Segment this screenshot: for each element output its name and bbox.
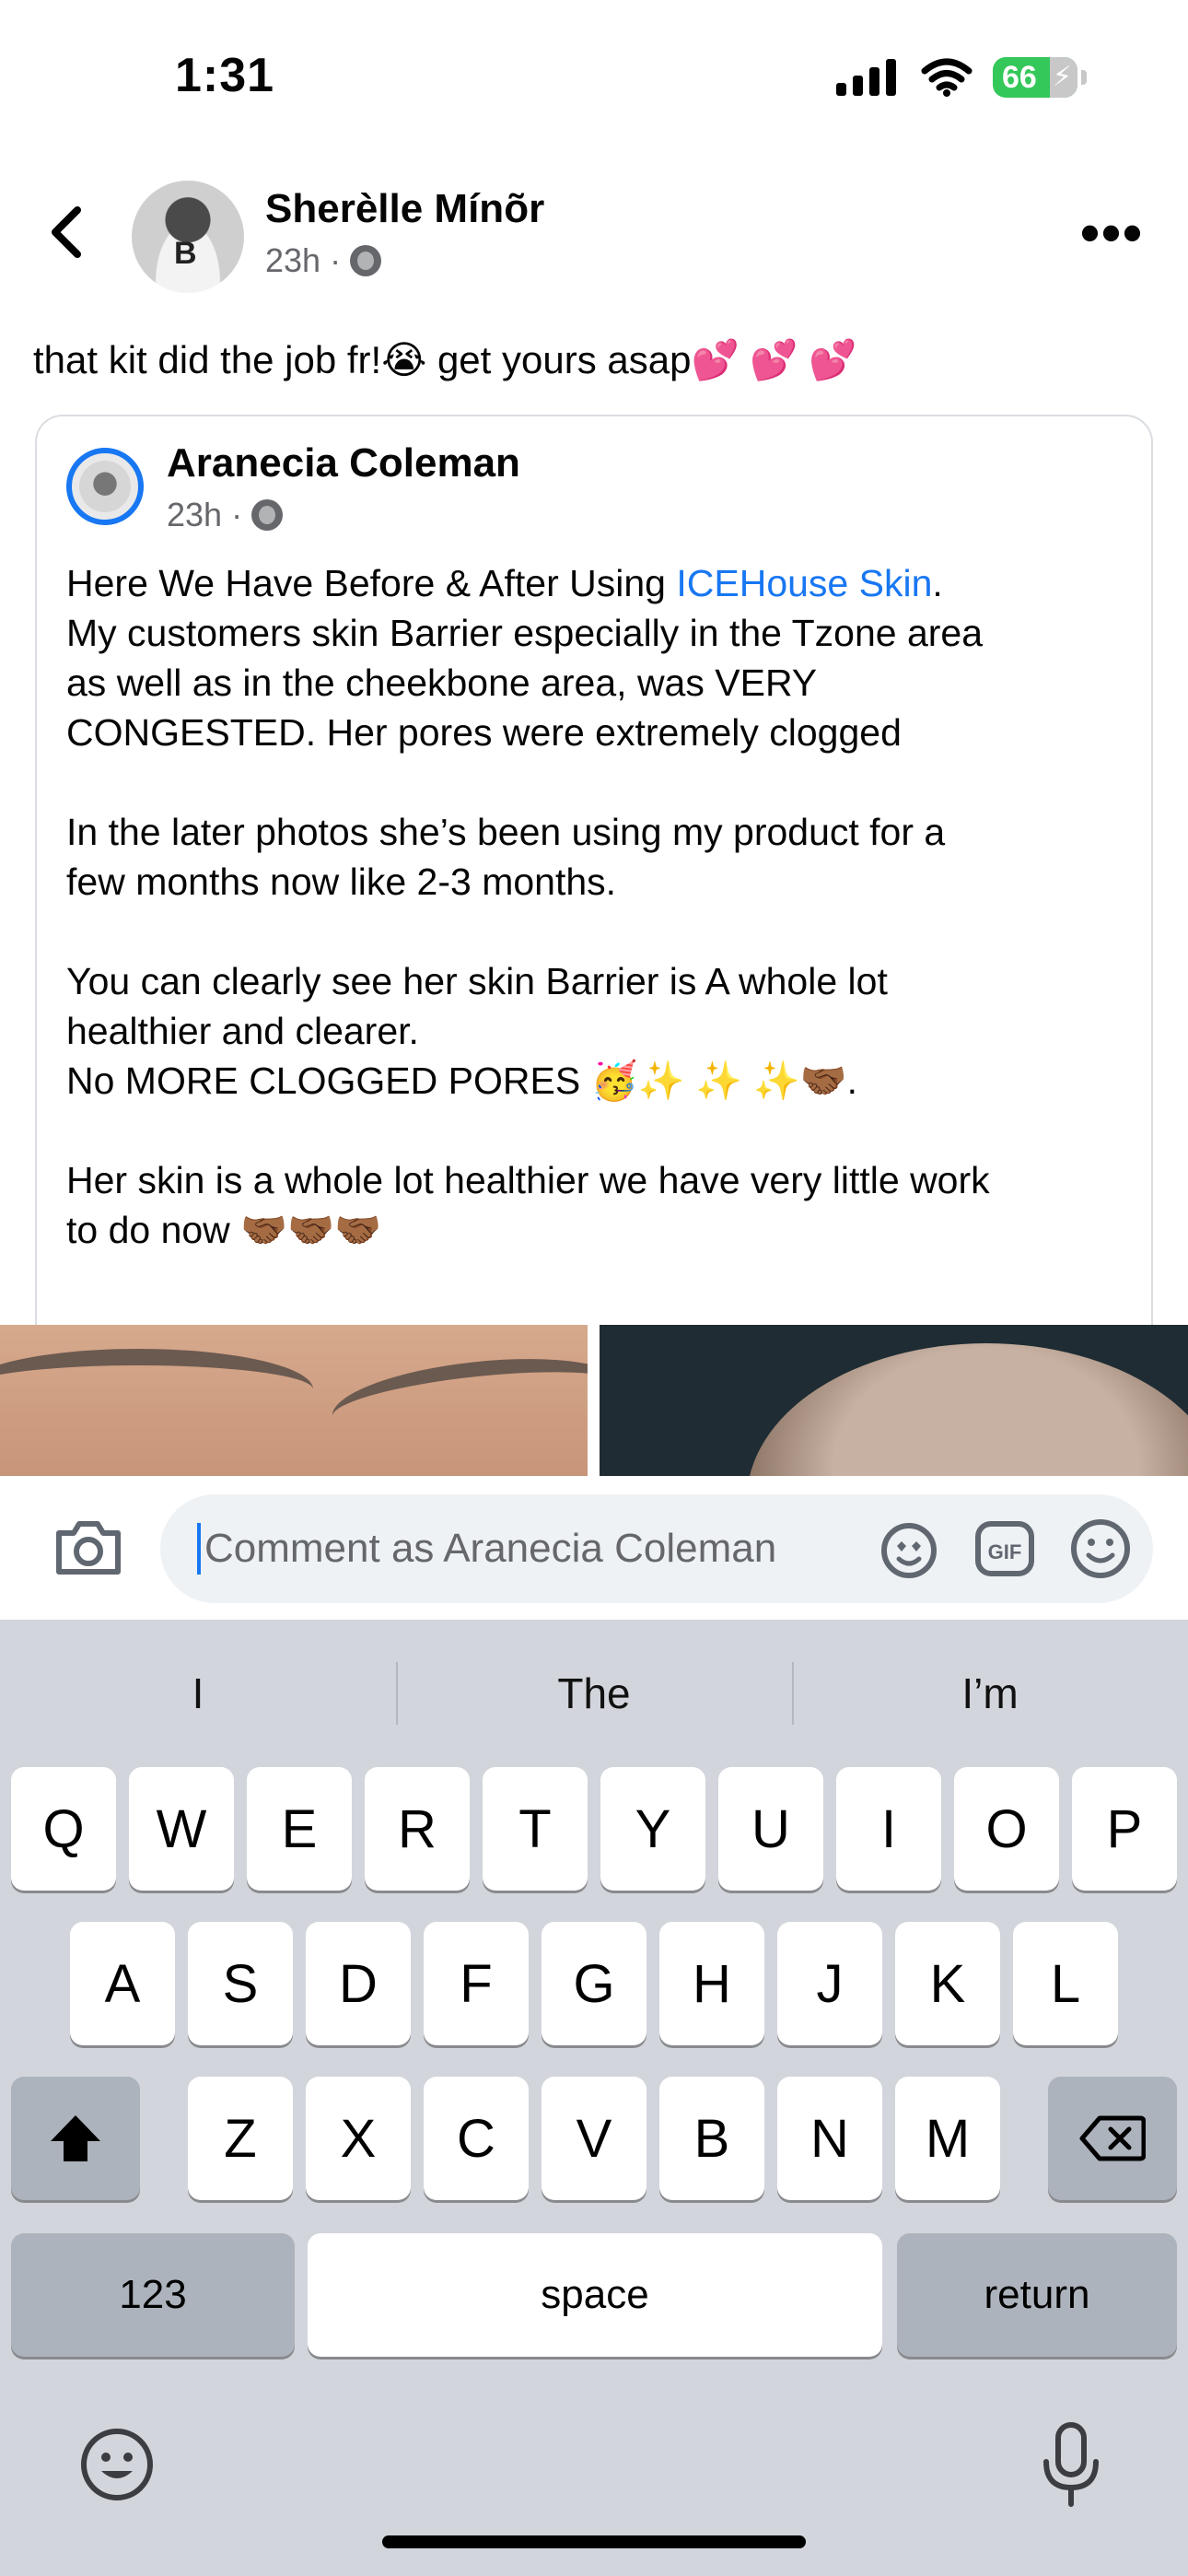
shared-text-line1: Here We Have Before & After Using [66,562,677,604]
emoji-icon[interactable] [1068,1516,1133,1581]
post-caption: that kit did the job fr!😭 get yours asap… [33,338,857,381]
key-y[interactable]: Y [600,1767,705,1891]
cellular-signal-icon [836,59,896,96]
shared-post-time: 23h [167,496,223,533]
globe-icon [251,499,284,531]
svg-text:GIF: GIF [988,1540,1022,1563]
key-f[interactable]: F [424,1922,529,2045]
battery-tip [1081,70,1087,85]
text-cursor [197,1523,201,1575]
key-z[interactable]: Z [188,2077,293,2200]
key-a[interactable]: A [70,1922,175,2045]
key-o[interactable]: O [954,1767,1059,1891]
key-h[interactable]: H [659,1922,764,2045]
comment-tools: GIF [877,1516,1133,1581]
key-c[interactable]: C [424,2077,529,2200]
suggestion-2[interactable]: The [396,1658,792,1728]
post-time: 23h [265,241,321,279]
key-m[interactable]: M [895,2077,1000,2200]
key-j[interactable]: J [777,1922,882,2045]
shared-post-meta: 23h · [167,496,284,534]
key-p[interactable]: P [1072,1767,1177,1891]
predictive-bar: I The I’m [0,1658,1188,1728]
key-w[interactable]: W [129,1767,234,1891]
globe-icon [350,245,382,276]
space-key[interactable]: space [308,2233,882,2357]
shared-text-punct: . [932,562,943,604]
post-meta: 23h · [265,241,382,280]
meta-separator: · [231,496,243,533]
shift-key[interactable] [11,2077,140,2200]
shared-author-avatar[interactable] [66,448,144,525]
author-avatar[interactable] [132,181,244,293]
key-e[interactable]: E [247,1767,352,1891]
suggestion-3[interactable]: I’m [792,1658,1188,1728]
more-icon[interactable]: ••• [1080,205,1144,261]
delete-icon [1079,2115,1146,2161]
shared-author-name[interactable]: Aranecia Coleman [167,440,520,486]
key-d[interactable]: D [306,1922,411,2045]
before-photo[interactable] [0,1325,588,1476]
gif-icon[interactable]: GIF [973,1516,1037,1581]
key-n[interactable]: N [777,2077,882,2200]
key-v[interactable]: V [542,2077,646,2200]
key-k[interactable]: K [895,1922,1000,2045]
battery-level: 66 [1002,59,1037,95]
key-t[interactable]: T [483,1767,588,1891]
keyboard-emoji-icon[interactable] [79,2427,155,2502]
back-icon[interactable] [48,205,85,260]
status-time: 1:31 [175,49,275,102]
return-key[interactable]: return [897,2233,1177,2357]
page-link[interactable]: ICEHouse Skin [676,562,932,604]
suggestion-1[interactable]: I [0,1658,396,1728]
key-s[interactable]: S [188,1922,293,2045]
home-indicator[interactable] [382,2535,806,2548]
delete-key[interactable] [1048,2077,1177,2200]
key-i[interactable]: I [836,1767,941,1891]
key-b[interactable]: B [659,2077,764,2200]
microphone-icon[interactable] [1039,2421,1103,2510]
key-x[interactable]: X [306,2077,411,2200]
shared-text-body: My customers skin Barrier especially in … [66,612,990,1251]
status-icons: 66 ⚡ [836,57,1087,98]
charging-icon: ⚡ [1052,62,1072,92]
key-q[interactable]: Q [11,1767,116,1891]
comment-placeholder: Comment as Aranecia Coleman [204,1526,777,1571]
author-name[interactable]: Sherèlle Mínõr [265,186,544,232]
wifi-icon [921,58,973,97]
key-u[interactable]: U [718,1767,823,1891]
key-r[interactable]: R [365,1767,470,1891]
numbers-key[interactable]: 123 [11,2233,295,2357]
key-l[interactable]: L [1013,1922,1118,2045]
key-g[interactable]: G [542,1922,646,2045]
shift-icon [51,2115,100,2161]
camera-icon[interactable] [53,1518,123,1575]
meta-separator: · [330,241,342,279]
battery-indicator: 66 ⚡ [993,57,1077,98]
avatar-sticker-icon[interactable] [877,1516,941,1581]
shared-post-text: Here We Have Before & After Using ICEHou… [66,558,1135,1255]
after-photo[interactable] [600,1325,1188,1476]
